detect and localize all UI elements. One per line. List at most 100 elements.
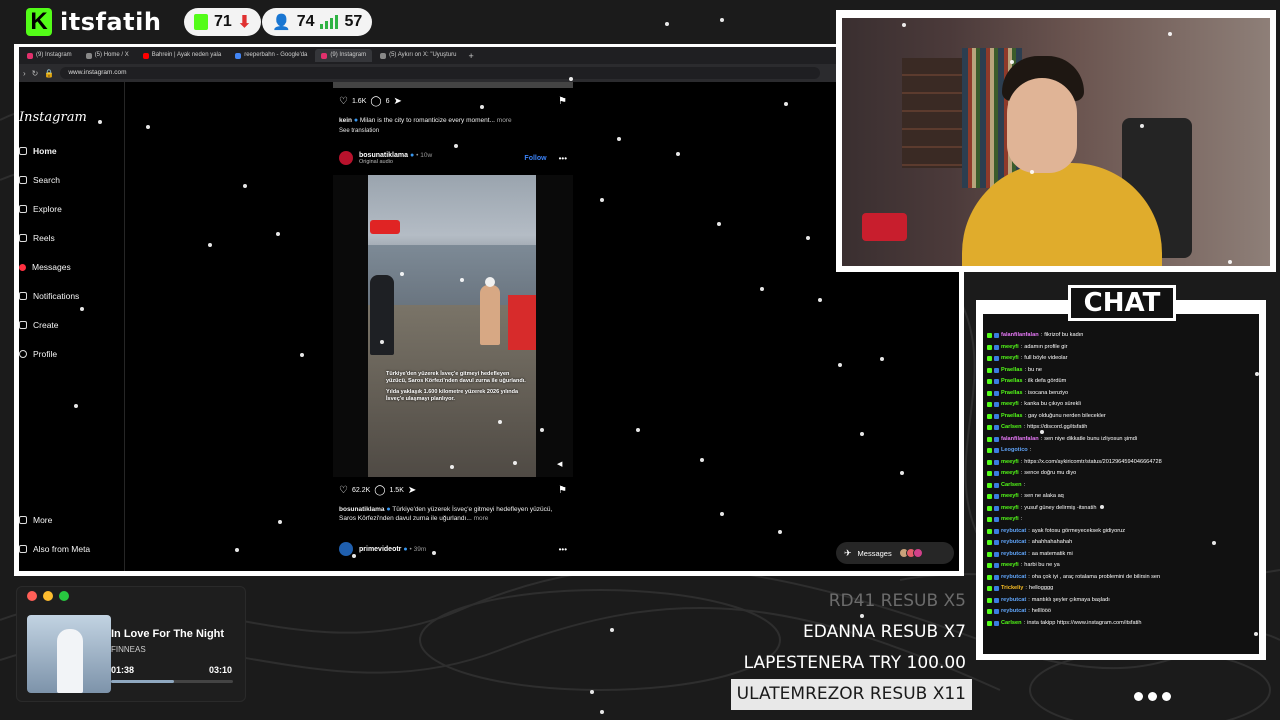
browser-tab[interactable]: Bahrein | Ayak neden yala [137,49,228,62]
browser-tab[interactable]: (9) Instagram [21,49,78,62]
snowflake [700,458,704,462]
snowflake [818,298,822,302]
chat-username[interactable]: meeyfi [1001,457,1019,469]
forward-icon[interactable]: › [23,69,26,78]
chat-username[interactable]: reybutcat [1001,572,1026,584]
snowflake [352,554,356,558]
reload-icon[interactable]: ↻ [32,69,39,78]
follow-button[interactable]: Follow [524,155,546,162]
snowflake [74,404,78,408]
snowflake [1030,170,1034,174]
chat-message: Carlsen: insta takipp https://www.instag… [983,618,1259,630]
reel-video[interactable]: Türkiye'den yüzerek İsveç'e gitmeyi hede… [333,175,573,477]
nav-profile[interactable]: Profile [19,349,57,359]
snowflake [860,432,864,436]
post-username[interactable]: primevideotr [359,546,401,553]
nav-reels[interactable]: Reels [19,233,55,243]
alert-line: EDANNA RESUB X7 [803,622,966,642]
chat-username[interactable]: meeyfi [1001,342,1019,354]
nav-more[interactable]: More [19,515,52,525]
mute-icon[interactable]: ◀ [557,460,562,468]
chat-username[interactable]: meeyfi [1001,399,1019,411]
chat-username[interactable]: meeyfi [1001,468,1019,480]
progress-bar[interactable] [111,680,233,683]
nav-explore[interactable]: Explore [19,204,62,214]
chat-username[interactable]: Carlsen [1001,618,1022,630]
nav-messages[interactable]: Messages [19,262,71,272]
new-tab-button[interactable]: + [464,51,477,61]
nav-search[interactable]: Search [19,175,60,185]
webcam-frame [836,10,1276,272]
bookmark-icon[interactable]: ⚑ [558,96,567,107]
chat-username[interactable]: Praellas [1001,411,1022,423]
sub-badge-icon [994,540,999,546]
maximize-dot[interactable] [59,591,69,601]
chat-message: reybutcat: helllööö [983,606,1259,618]
nav-home[interactable]: Home [19,146,57,156]
like-icon[interactable]: ♡ [339,96,348,107]
share-icon[interactable]: ➤ [408,485,416,496]
url-field[interactable]: www.instagram.com [60,67,821,79]
webcam-feed [842,18,1270,266]
chat-username[interactable]: Carlsen [1001,480,1022,492]
chat-message: Praellas: ilk defa gördüm [983,376,1259,388]
browser-tab[interactable]: reeperbahn - Google'da [229,49,313,62]
like-icon[interactable]: ♡ [339,485,348,496]
nav-create[interactable]: Create [19,320,59,330]
chat-username[interactable]: Praellas [1001,365,1022,377]
chat-username[interactable]: meeyfi [1001,491,1019,503]
heart-icon [19,292,27,300]
snowflake [720,512,724,516]
instagram-logo[interactable]: Instagram [19,110,87,125]
nav-notifications[interactable]: Notifications [19,291,79,301]
chat-text: sence doğru mu diyo [1024,470,1077,476]
comment-icon[interactable]: ◯ [370,96,381,107]
chat-username[interactable]: Carlsen [1001,422,1022,434]
chat-username[interactable]: reybutcat [1001,606,1026,618]
avatar[interactable] [339,542,353,556]
chat-username[interactable]: Trickeliy [1001,583,1023,595]
chat-username[interactable]: reybutcat [1001,537,1026,549]
messages-button[interactable]: ✈ Messages [836,542,954,564]
chat-username[interactable]: meeyfi [1001,514,1019,526]
album-art [27,615,111,693]
browser-tab[interactable]: (5) Home / X [80,49,135,62]
see-translation-link[interactable]: See translation [339,128,379,134]
share-icon[interactable]: ➤ [393,96,401,107]
comment-icon[interactable]: ◯ [374,485,385,496]
avatar[interactable] [339,151,353,165]
chat-username[interactable]: Praellas [1001,376,1022,388]
chat-username[interactable]: falanfilanfalan [1001,330,1039,342]
close-dot[interactable] [27,591,37,601]
chat-messages: falanfilanfalan: fikrizof bu kadın meeyfi… [983,330,1259,629]
chat-message: falanfilanfalan: sen niye dikkatle bunu … [983,434,1259,446]
chat-username[interactable]: reybutcat [1001,549,1026,561]
chat-message: meeyfi: sence doğru mu diyo [983,468,1259,480]
chat-username[interactable]: reybutcat [1001,595,1026,607]
more-options-icon[interactable]: ••• [559,545,567,554]
browser-tab[interactable]: (5) Aykırı on X: "Uyuşturu [374,49,462,62]
snowflake [300,353,304,357]
bookmark-icon[interactable]: ⚑ [558,485,567,496]
nav-also-from-meta[interactable]: Also from Meta [19,544,90,554]
chat-username[interactable]: reybutcat [1001,526,1026,538]
chat-message: Leogotico: [983,445,1259,457]
chat-text: yusuf güney delirmiş -itsnatih [1024,504,1097,511]
audio-label[interactable]: Original audio [359,159,432,165]
post-username[interactable]: bosunatiklama [359,152,408,159]
swimmer-figure [480,277,500,345]
chat-username[interactable]: Praellas [1001,388,1022,400]
browser-tab-active[interactable]: (9) Instagram [315,49,373,62]
chat-text: ahahhahahahah [1031,539,1073,545]
chat-username[interactable]: meeyfi [1001,503,1019,515]
snowflake [806,236,810,240]
chat-username[interactable]: Leogotico [1001,445,1028,457]
chat-username[interactable]: meeyfi [1001,353,1019,365]
channel-name: itsfatih [60,8,162,36]
chat-username[interactable]: falanfilanfalan [1001,434,1039,446]
chat-username[interactable]: meeyfi [1001,560,1019,572]
minimize-dot[interactable] [43,591,53,601]
more-options-icon[interactable]: ••• [559,154,567,163]
snowflake [784,102,788,106]
chat-text: sen ne alaka aq [1024,493,1064,499]
